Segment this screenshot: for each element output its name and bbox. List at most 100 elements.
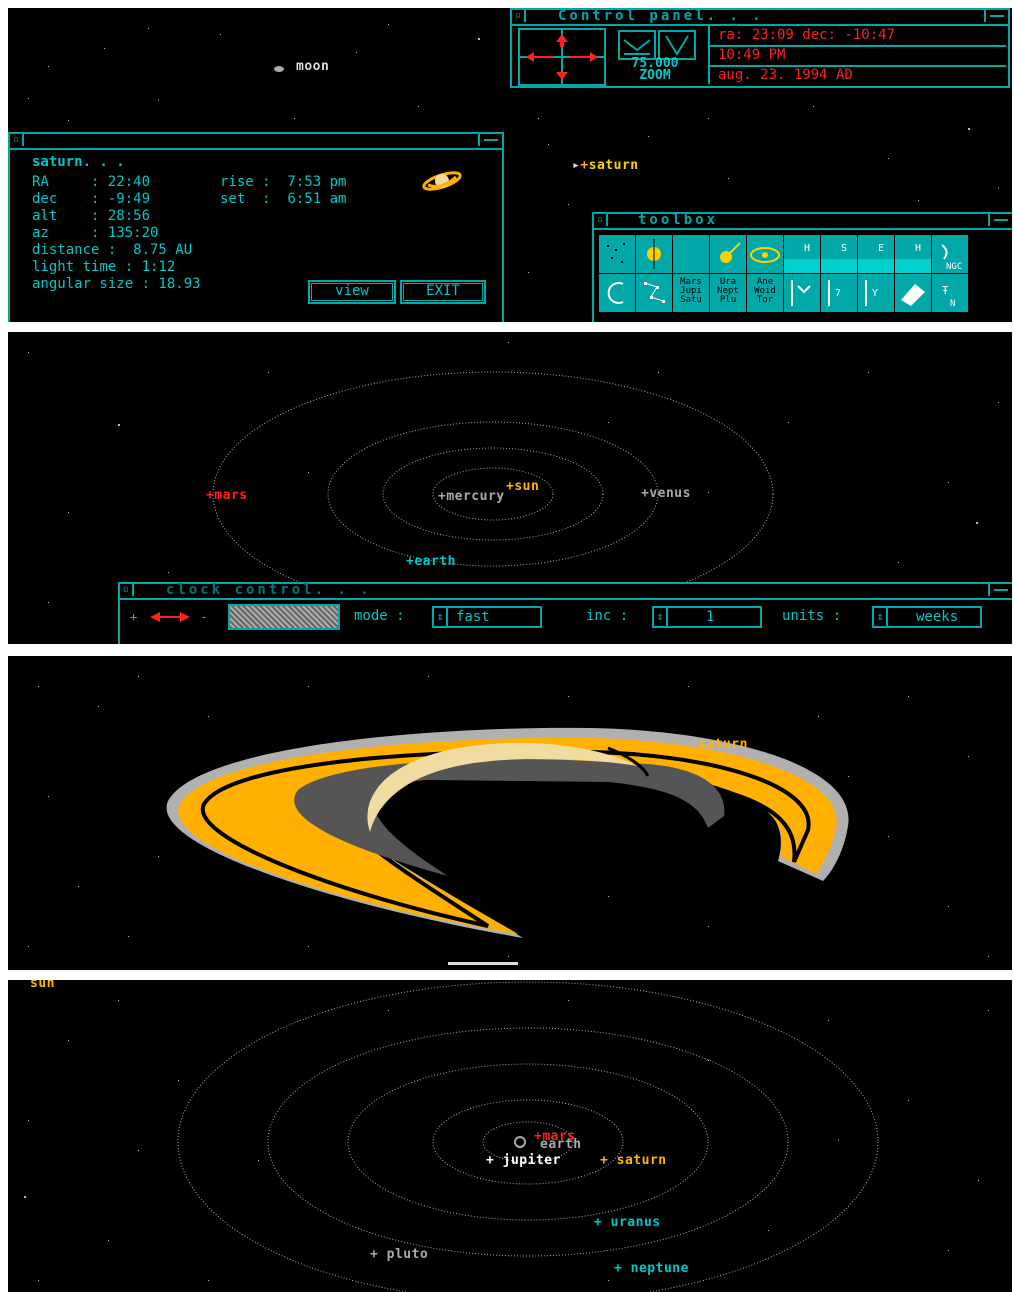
status-area: ra: 23:09 dec: -10:47 10:49 PM aug. 23. … xyxy=(708,26,1006,84)
tool-orbit-icon[interactable] xyxy=(746,234,784,274)
tool-ngc-icon[interactable]: NGC xyxy=(931,234,969,274)
moon-icon xyxy=(274,66,284,72)
spin-arrows-icon[interactable]: ⇕ xyxy=(874,608,888,626)
moon-label[interactable]: moon xyxy=(296,60,329,74)
exit-button[interactable]: EXIT xyxy=(400,280,486,304)
screenshot-panel-1: moon ▸+saturn ▫ Control panel. . . 75.00… xyxy=(8,8,1012,322)
window-maximize-box[interactable] xyxy=(478,134,502,146)
view-button[interactable]: view xyxy=(308,280,396,304)
object-name: saturn. . . xyxy=(32,154,125,170)
tool-grid-icon[interactable] xyxy=(598,234,636,274)
time-direction-arrows[interactable]: + - xyxy=(130,608,220,626)
saturn-label[interactable]: saturn xyxy=(698,738,748,752)
svg-text:H: H xyxy=(804,243,810,254)
jupiter-label[interactable]: + jupiter xyxy=(486,1154,561,1168)
tool-horizon-h-icon[interactable]: H xyxy=(783,234,821,274)
window-close-box[interactable]: ▫ xyxy=(120,584,134,596)
clock-control-window: ▫ clock control. . . + - mode : ⇕ fast i… xyxy=(118,582,1012,644)
tool-stars-icon[interactable] xyxy=(635,273,673,313)
angular-size-value: angular size : 18.93 xyxy=(32,276,201,292)
toolbox-window: ▫ toolbox H S E H NGC Mars Jupi Satu Ura… xyxy=(592,212,1012,322)
tool-planets-2[interactable]: Ura Nept Plu xyxy=(709,273,747,313)
mercury-label[interactable]: +mercury xyxy=(438,490,505,504)
sun-label[interactable]: sun xyxy=(30,980,55,991)
left-arrow-icon[interactable] xyxy=(526,52,534,62)
units-select[interactable]: ⇕ weeks xyxy=(872,606,982,628)
saturn-rings-closeup xyxy=(166,727,849,965)
tool-planets-1[interactable]: Mars Jupi Satu xyxy=(672,273,710,313)
distance-value: distance : 8.75 AU xyxy=(32,242,193,258)
date-readout: aug. 23. 1994 AD xyxy=(718,67,853,83)
control-panel-window: ▫ Control panel. . . 75.000 ZOOM ra: 23:… xyxy=(510,8,1010,88)
spin-arrows-icon[interactable]: ⇕ xyxy=(434,608,448,626)
window-close-box[interactable]: ▫ xyxy=(512,10,526,22)
zoom-label: ZOOM xyxy=(639,68,671,83)
saturn-label[interactable]: + saturn xyxy=(600,1154,667,1168)
sun-label[interactable]: +sun xyxy=(506,480,539,494)
neptune-label[interactable]: + neptune xyxy=(614,1262,689,1276)
clock-control-title: clock control. . . xyxy=(166,582,372,598)
svg-text:-: - xyxy=(200,610,207,624)
set-value: set : 6:51 am xyxy=(220,191,347,207)
window-close-box[interactable]: ▫ xyxy=(10,134,24,146)
window-maximize-box[interactable] xyxy=(988,584,1012,596)
saturn-icon xyxy=(422,171,462,191)
svg-text:E: E xyxy=(878,243,884,254)
tool-horizon-e-icon[interactable]: E xyxy=(857,234,895,274)
tool-asteroids[interactable]: Ane Woid Tor xyxy=(746,273,784,313)
uranus-label[interactable]: + uranus xyxy=(594,1216,661,1230)
mars-label[interactable]: +mars xyxy=(206,489,248,503)
earth-label[interactable]: +earth xyxy=(406,555,456,569)
direction-pad xyxy=(518,28,606,86)
star-field xyxy=(24,981,989,1292)
svg-text:H: H xyxy=(915,243,921,254)
mode-select[interactable]: ⇕ fast xyxy=(432,606,542,628)
tool-sun-icon[interactable] xyxy=(635,234,673,274)
toolbox-title: toolbox xyxy=(638,212,719,228)
svg-text:7: 7 xyxy=(835,288,841,299)
control-panel-title: Control panel. . . xyxy=(558,8,764,24)
rise-value: rise : 7:53 pm xyxy=(220,174,347,190)
earth-label[interactable]: earth xyxy=(540,1138,582,1152)
window-maximize-box[interactable] xyxy=(988,214,1012,226)
inc-input[interactable]: ⇕ 1 xyxy=(652,606,762,628)
inc-label: inc : xyxy=(586,608,629,624)
tool-horizon-s-icon[interactable]: S xyxy=(820,234,858,274)
start-stop-button[interactable] xyxy=(228,604,340,630)
tool-moon-icon[interactable] xyxy=(672,234,710,274)
ra-value: RA : 22:40 xyxy=(32,174,151,190)
tool-comet-icon[interactable] xyxy=(709,234,747,274)
pluto-label[interactable]: + pluto xyxy=(370,1248,428,1262)
svg-text:S: S xyxy=(841,243,847,254)
light-time-value: light time : 1:12 xyxy=(32,259,176,275)
saturn-marker[interactable]: ▸+saturn xyxy=(572,159,639,173)
tool-grid-b-icon[interactable]: 7 xyxy=(820,273,858,313)
tool-compass-icon[interactable]: ŦN xyxy=(931,273,969,313)
tool-horizon-w-icon[interactable]: H xyxy=(894,234,932,274)
eraser-icon[interactable] xyxy=(894,273,932,313)
dec-value: dec : -9:49 xyxy=(32,191,151,207)
ra-dec-readout: ra: 23:09 dec: -10:47 xyxy=(718,27,896,43)
spin-arrows-icon[interactable]: ⇕ xyxy=(654,608,668,626)
mode-label: mode : xyxy=(354,608,405,624)
right-arrow-icon[interactable] xyxy=(590,52,598,62)
svg-text:Ŧ: Ŧ xyxy=(942,284,949,297)
saturn-label: saturn xyxy=(588,158,639,173)
tool-meridian-icon[interactable] xyxy=(783,273,821,313)
up-arrow-icon[interactable] xyxy=(556,34,568,42)
window-maximize-box[interactable] xyxy=(984,10,1008,22)
tool-grid-c-icon[interactable]: Y xyxy=(857,273,895,313)
window-close-box[interactable]: ▫ xyxy=(594,214,608,226)
zoom-control: 75.000 ZOOM xyxy=(612,28,698,82)
screenshot-panel-4: sun +mars earth + jupiter + saturn + ura… xyxy=(8,980,1012,1292)
screenshot-panel-3: saturn xyxy=(8,656,1012,970)
venus-label[interactable]: +venus xyxy=(641,487,691,501)
svg-text:N: N xyxy=(950,299,955,309)
tool-constellation-icon[interactable] xyxy=(598,273,636,313)
az-value: az : 135:20 xyxy=(32,225,159,241)
down-arrow-icon[interactable] xyxy=(556,72,568,80)
svg-text:Y: Y xyxy=(872,288,878,299)
svg-text:+: + xyxy=(130,610,137,624)
alt-value: alt : 28:56 xyxy=(32,208,151,224)
time-readout: 10:49 PM xyxy=(718,47,786,63)
